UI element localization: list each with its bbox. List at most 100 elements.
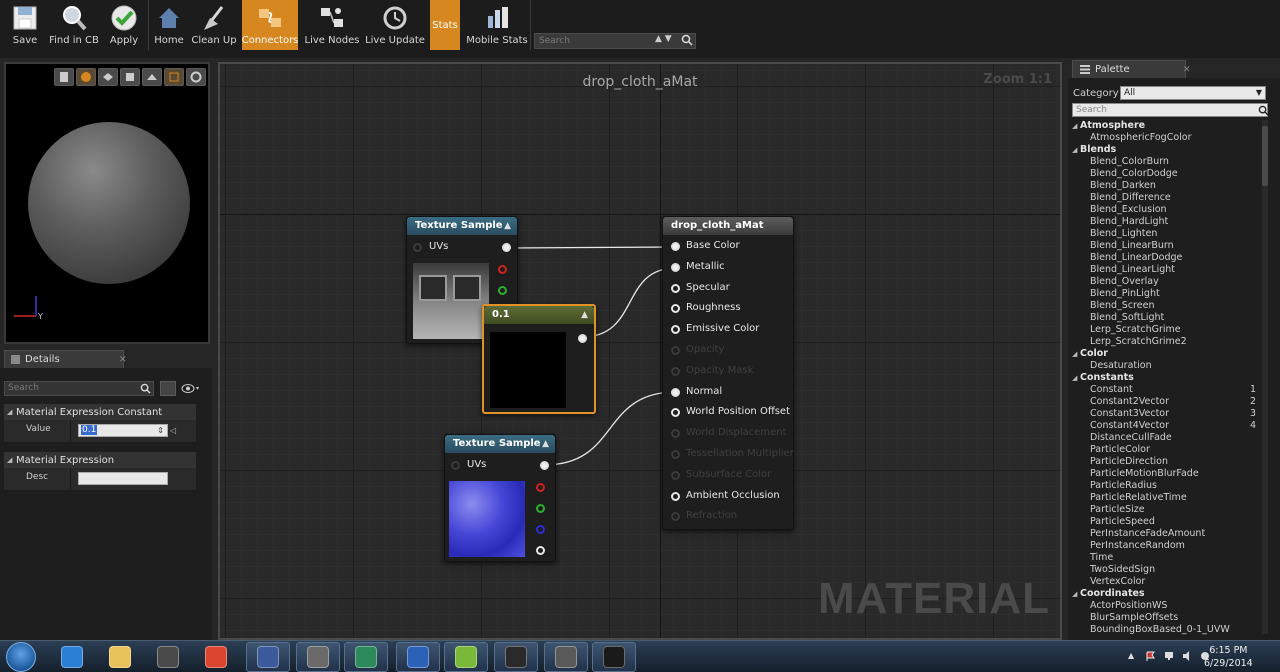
palette-item[interactable]: Blend_ColorBurn — [1072, 156, 1258, 168]
palette-category-header[interactable]: ◢ Color — [1072, 348, 1258, 360]
palette-item[interactable]: Blend_LinearLight — [1072, 264, 1258, 276]
windows-start-button[interactable] — [6, 642, 36, 672]
taskbar-app-button[interactable] — [98, 642, 142, 672]
palette-item[interactable]: Blend_Difference — [1072, 192, 1258, 204]
palette-item[interactable]: Blend_ColorDodge — [1072, 168, 1258, 180]
spin-arrows-icon[interactable]: ⇕ — [157, 425, 164, 436]
palette-item[interactable]: ParticleDirection — [1072, 456, 1258, 468]
connectors-button[interactable]: Connectors — [242, 0, 298, 50]
material-input-pin[interactable] — [671, 470, 680, 480]
constant-node-selected[interactable]: 0.1 ▲ — [482, 304, 596, 414]
live-nodes-button[interactable]: Live Nodes — [304, 0, 360, 50]
palette-item[interactable]: PerInstanceFadeAmount — [1072, 528, 1258, 540]
palette-item[interactable]: Blend_Darken — [1072, 180, 1258, 192]
palette-item[interactable]: Lerp_ScratchGrime2 — [1072, 336, 1258, 348]
rgb-output-pin[interactable] — [502, 243, 511, 252]
taskbar-app-button[interactable] — [544, 642, 588, 672]
material-input-pin[interactable] — [671, 429, 680, 439]
taskbar-app-button[interactable] — [50, 642, 94, 672]
palette-search-input[interactable]: Search — [1072, 103, 1268, 117]
mobile-stats-button[interactable]: Mobile Stats — [466, 0, 528, 50]
clean-up-button[interactable]: Clean Up — [190, 0, 238, 50]
material-input-pin[interactable] — [671, 512, 680, 522]
apply-button[interactable]: Apply — [102, 0, 146, 50]
material-input-pin[interactable] — [671, 283, 680, 293]
category-material-expression-constant[interactable]: ◢ Material Expression Constant — [4, 404, 196, 421]
cylinder-preview-icon[interactable] — [54, 68, 74, 86]
taskbar-app-button[interactable] — [592, 642, 636, 672]
view-options-icon[interactable] — [160, 381, 176, 396]
material-input-pin[interactable] — [671, 387, 680, 397]
palette-item[interactable]: VertexColor — [1072, 576, 1258, 588]
close-icon[interactable]: ✕ — [119, 352, 127, 369]
taskbar-app-button[interactable] — [344, 642, 388, 672]
plane-preview-icon[interactable] — [98, 68, 118, 86]
b-output-pin[interactable] — [536, 525, 545, 534]
node-header[interactable]: drop_cloth_aMat — [663, 217, 793, 235]
collapse-arrow-icon[interactable]: ▲ — [542, 435, 549, 453]
save-button[interactable]: Save — [4, 0, 46, 50]
palette-item[interactable]: Blend_LinearBurn — [1072, 240, 1258, 252]
value-input[interactable]: 0.1 ⇕ — [78, 424, 168, 437]
material-input-pin[interactable] — [671, 408, 680, 418]
material-input-pin[interactable] — [671, 325, 680, 335]
palette-item[interactable]: Constant 1 — [1072, 384, 1258, 396]
search-icon[interactable] — [140, 383, 151, 394]
palette-category-header[interactable]: ◢ Blends — [1072, 144, 1258, 156]
tray-expand-icon[interactable]: ▲ — [1128, 651, 1138, 661]
node-header[interactable]: 0.1 ▲ — [484, 306, 594, 324]
material-input-pin[interactable] — [671, 262, 680, 272]
texture-sample-node-2[interactable]: Texture Sample ▲ UVs — [444, 434, 556, 562]
palette-item[interactable]: Blend_HardLight — [1072, 216, 1258, 228]
palette-item[interactable]: Blend_PinLight — [1072, 288, 1258, 300]
search-icon[interactable] — [1258, 105, 1269, 116]
palette-scrollbar[interactable] — [1262, 120, 1268, 634]
palette-item[interactable]: ParticleSpeed — [1072, 516, 1258, 528]
material-input-pin[interactable] — [671, 242, 680, 251]
volume-icon[interactable] — [1182, 651, 1192, 661]
taskbar-app-button[interactable] — [444, 642, 488, 672]
taskbar-clock[interactable]: 6:15 PM 6/29/2014 — [1204, 644, 1253, 670]
column-divider[interactable] — [70, 420, 71, 442]
palette-item[interactable]: AtmosphericFogColor — [1072, 132, 1258, 144]
uvs-input-pin[interactable] — [413, 243, 422, 252]
palette-item[interactable]: Blend_Overlay — [1072, 276, 1258, 288]
grid-toggle-icon[interactable] — [164, 68, 184, 86]
search-nav-arrows[interactable]: ▲ ▼ — [655, 34, 672, 44]
palette-item[interactable]: BlurSampleOffsets — [1072, 612, 1258, 624]
mesh-preview-icon[interactable] — [142, 68, 162, 86]
node-header[interactable]: Texture Sample ▲ — [407, 217, 517, 235]
constant-output-pin[interactable] — [578, 334, 587, 343]
g-output-pin[interactable] — [498, 286, 507, 295]
node-header[interactable]: Texture Sample ▲ — [445, 435, 555, 453]
g-output-pin[interactable] — [536, 504, 545, 513]
network-icon[interactable] — [1164, 651, 1174, 661]
palette-item[interactable]: Constant4Vector 4 — [1072, 420, 1258, 432]
palette-category-header[interactable]: ◢ Coordinates — [1072, 588, 1258, 600]
sphere-preview-icon[interactable] — [76, 68, 96, 86]
taskbar-app-button[interactable] — [494, 642, 538, 672]
taskbar-app-button[interactable] — [296, 642, 340, 672]
palette-item[interactable]: Blend_Screen — [1072, 300, 1258, 312]
palette-item[interactable]: PerInstanceRandom — [1072, 540, 1258, 552]
palette-item[interactable]: Blend_SoftLight — [1072, 312, 1258, 324]
palette-item[interactable]: ParticleRadius — [1072, 480, 1258, 492]
palette-item[interactable]: ParticleColor — [1072, 444, 1258, 456]
search-icon[interactable] — [681, 34, 693, 46]
details-tab[interactable]: Details ✕ — [4, 350, 127, 369]
desc-input[interactable] — [78, 472, 168, 485]
taskbar-app-button[interactable] — [194, 642, 238, 672]
details-search-input[interactable]: Search — [4, 381, 154, 396]
material-graph[interactable]: drop_cloth_aMat Zoom 1:1 MATERIAL Textur… — [218, 62, 1062, 640]
palette-item[interactable]: TwoSidedSign — [1072, 564, 1258, 576]
palette-item[interactable]: Desaturation — [1072, 360, 1258, 372]
palette-item[interactable]: BoundingBoxBased_0-1_UVW — [1072, 624, 1258, 636]
material-preview-viewport[interactable]: Y — [4, 62, 210, 344]
material-input-pin[interactable] — [671, 366, 680, 376]
a-output-pin[interactable] — [536, 546, 545, 555]
taskbar-app-button[interactable] — [396, 642, 440, 672]
palette-item[interactable]: Time — [1072, 552, 1258, 564]
scrollbar-thumb[interactable] — [1262, 126, 1268, 186]
live-update-button[interactable]: Live Update — [364, 0, 426, 50]
palette-item[interactable]: Constant2Vector 2 — [1072, 396, 1258, 408]
